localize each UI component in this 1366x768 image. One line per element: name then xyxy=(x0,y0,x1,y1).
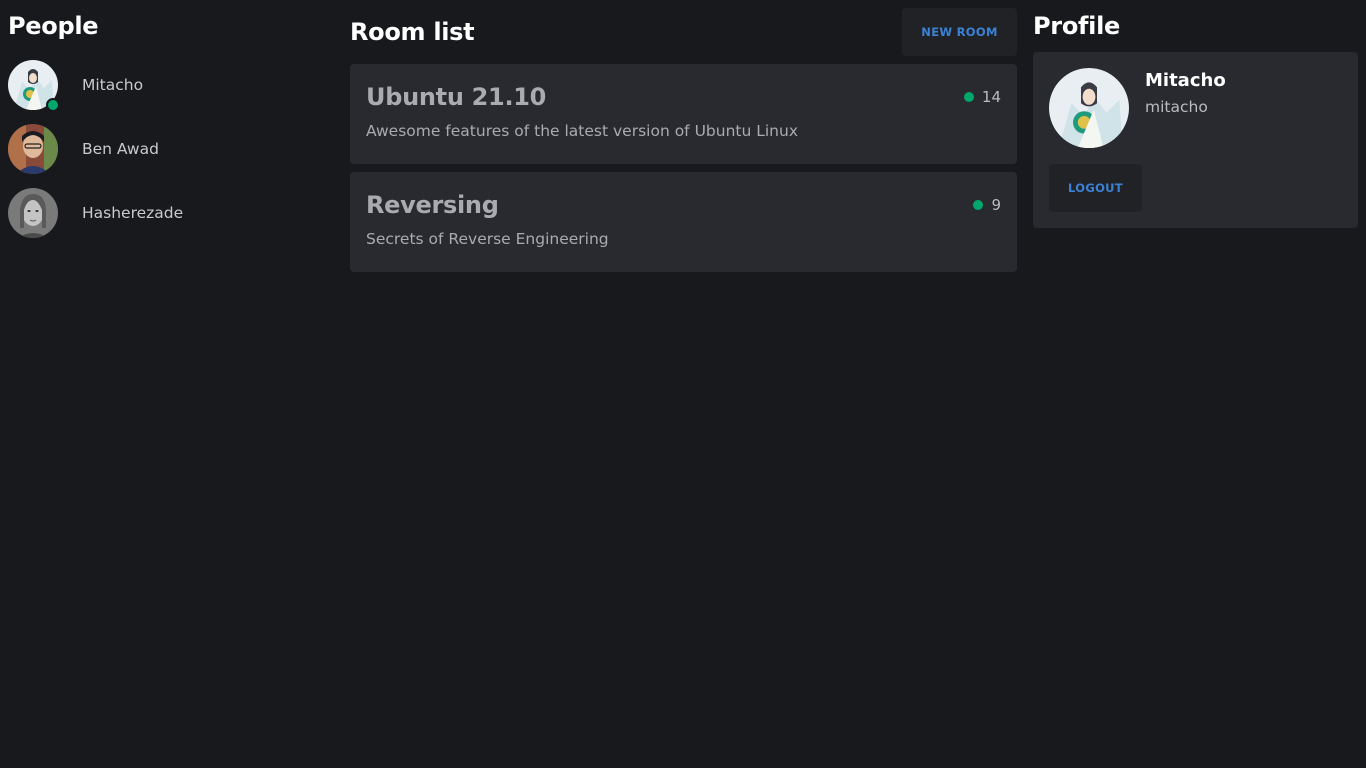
person-item-hasherezade[interactable]: Hasherezade xyxy=(8,188,328,238)
profile-card: Mitacho mitacho LOGOUT xyxy=(1033,52,1358,228)
online-status-dot xyxy=(46,98,60,112)
profile-display-name: Mitacho xyxy=(1145,70,1226,91)
room-title: Reversing xyxy=(366,191,499,219)
room-count-value: 9 xyxy=(991,196,1001,214)
person-item-ben-awad[interactable]: Ben Awad xyxy=(8,124,328,174)
profile-title: Profile xyxy=(1033,12,1120,40)
room-description: Awesome features of the latest version o… xyxy=(366,122,798,140)
people-list: Mitacho Ben Awad Hasherezade xyxy=(8,60,328,238)
room-card-ubuntu[interactable]: Ubuntu 21.10 14 Awesome features of the … xyxy=(350,64,1017,164)
avatar xyxy=(8,60,60,112)
anime-character-avatar-icon xyxy=(1049,68,1129,148)
room-participant-count: 9 xyxy=(973,196,1001,214)
person-name: Mitacho xyxy=(82,76,144,94)
room-count-value: 14 xyxy=(981,88,1001,106)
new-room-button[interactable]: NEW ROOM xyxy=(902,8,1017,56)
person-name: Hasherezade xyxy=(82,204,184,222)
online-indicator-icon xyxy=(963,92,974,102)
people-panel: People Mitacho Ben Awad Hasherezade xyxy=(8,8,328,252)
online-indicator-icon xyxy=(973,200,984,210)
user-portrait-avatar-icon xyxy=(8,188,58,238)
avatar xyxy=(8,188,58,238)
app-root: People Mitacho Ben Awad Hasherezade Room… xyxy=(0,0,1366,768)
logout-button[interactable]: LOGOUT xyxy=(1049,164,1142,212)
person-name: Ben Awad xyxy=(82,140,159,158)
user-photo-avatar-icon xyxy=(8,124,58,174)
avatar xyxy=(8,124,58,174)
profile-panel: Profile Mitacho mitacho LOGOUT xyxy=(1033,8,1358,228)
room-title: Ubuntu 21.10 xyxy=(366,83,547,111)
room-description: Secrets of Reverse Engineering xyxy=(366,230,609,248)
room-list-panel: Room list NEW ROOM Ubuntu 21.10 14 Aweso… xyxy=(350,8,1017,272)
room-participant-count: 14 xyxy=(963,88,1001,106)
person-item-mitacho[interactable]: Mitacho xyxy=(8,60,328,112)
people-title: People xyxy=(8,12,99,40)
room-card-reversing[interactable]: Reversing 9 Secrets of Reverse Engineeri… xyxy=(350,172,1017,272)
profile-avatar xyxy=(1049,68,1129,148)
profile-username: mitacho xyxy=(1145,98,1208,116)
room-list-header: Room list NEW ROOM xyxy=(350,8,1017,56)
